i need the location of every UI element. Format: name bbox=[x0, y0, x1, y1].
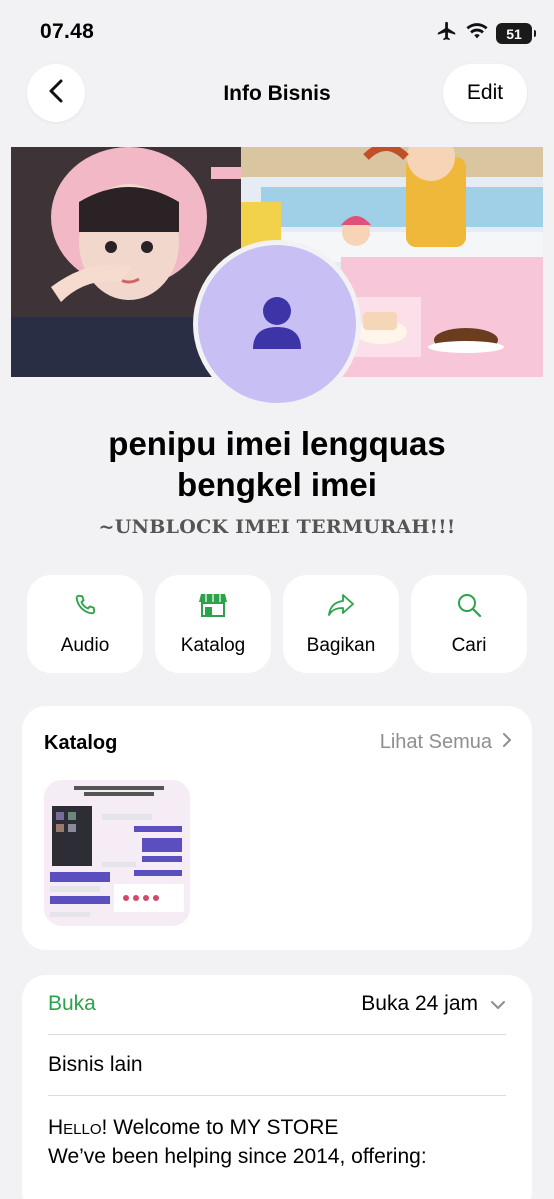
business-name: penipu imei lengquas bengkel imei bbox=[20, 423, 534, 505]
battery-level: 51 bbox=[506, 25, 522, 42]
status-icons: 51 bbox=[436, 20, 536, 47]
share-icon bbox=[326, 592, 356, 623]
divider bbox=[48, 1034, 506, 1035]
catalog-label: Katalog bbox=[180, 634, 246, 656]
chevron-right-icon bbox=[502, 731, 512, 754]
business-hours: Buka 24 jam bbox=[361, 992, 478, 1015]
business-info-card: Buka Buka 24 jam Bisnis lain Hello! Welc… bbox=[22, 975, 532, 1199]
wifi-icon bbox=[466, 22, 488, 45]
description-line1: Hello! Welcome to MY STORE bbox=[48, 1113, 512, 1142]
catalog-button[interactable]: Katalog bbox=[155, 575, 271, 673]
description-line2: We’ve been helping since 2014, offering: bbox=[48, 1145, 427, 1168]
business-name-line2: bengkel imei bbox=[177, 466, 377, 503]
action-bar: Audio Katalog Bagikan Cari bbox=[27, 575, 527, 673]
store-icon bbox=[198, 592, 228, 623]
search-button[interactable]: Cari bbox=[411, 575, 527, 673]
see-all-link[interactable]: Lihat Semua bbox=[380, 731, 512, 754]
nav-bar: Info Bisnis Edit bbox=[0, 62, 554, 126]
avatar[interactable] bbox=[193, 240, 361, 408]
catalog-card: Katalog Lihat Semua bbox=[22, 706, 532, 950]
business-tagline: ~UNBLOCK IMEI TERMURAH!!! bbox=[98, 516, 456, 538]
edit-button[interactable]: Edit bbox=[443, 64, 527, 122]
airplane-icon bbox=[436, 20, 458, 47]
phone-icon bbox=[72, 592, 98, 623]
search-label: Cari bbox=[451, 634, 487, 656]
catalog-title: Katalog bbox=[44, 732, 118, 754]
catalog-item-thumbnail[interactable] bbox=[44, 780, 190, 926]
business-description: Hello! Welcome to MY STORE We’ve been he… bbox=[48, 1113, 512, 1171]
chevron-down-icon bbox=[490, 992, 506, 1016]
status-bar: 07.48 51 bbox=[0, 0, 554, 62]
divider bbox=[48, 1095, 506, 1096]
status-time: 07.48 bbox=[40, 20, 95, 43]
business-hours-toggle[interactable]: Buka 24 jam bbox=[361, 992, 506, 1016]
audio-label: Audio bbox=[60, 634, 110, 656]
audio-call-button[interactable]: Audio bbox=[27, 575, 143, 673]
open-status: Buka bbox=[48, 992, 96, 1015]
search-icon bbox=[456, 592, 482, 623]
description-line1-rest: ! Welcome to MY STORE bbox=[101, 1116, 339, 1139]
business-category: Bisnis lain bbox=[48, 1053, 143, 1076]
person-icon bbox=[251, 295, 303, 354]
see-all-label: Lihat Semua bbox=[379, 731, 492, 753]
catalog-thumbnail-image bbox=[44, 780, 190, 926]
share-button[interactable]: Bagikan bbox=[283, 575, 399, 673]
business-name-line1: penipu imei lengquas bbox=[108, 425, 446, 462]
battery-indicator: 51 bbox=[496, 23, 536, 44]
share-label: Bagikan bbox=[306, 634, 376, 656]
description-hello: Hello bbox=[48, 1116, 102, 1139]
